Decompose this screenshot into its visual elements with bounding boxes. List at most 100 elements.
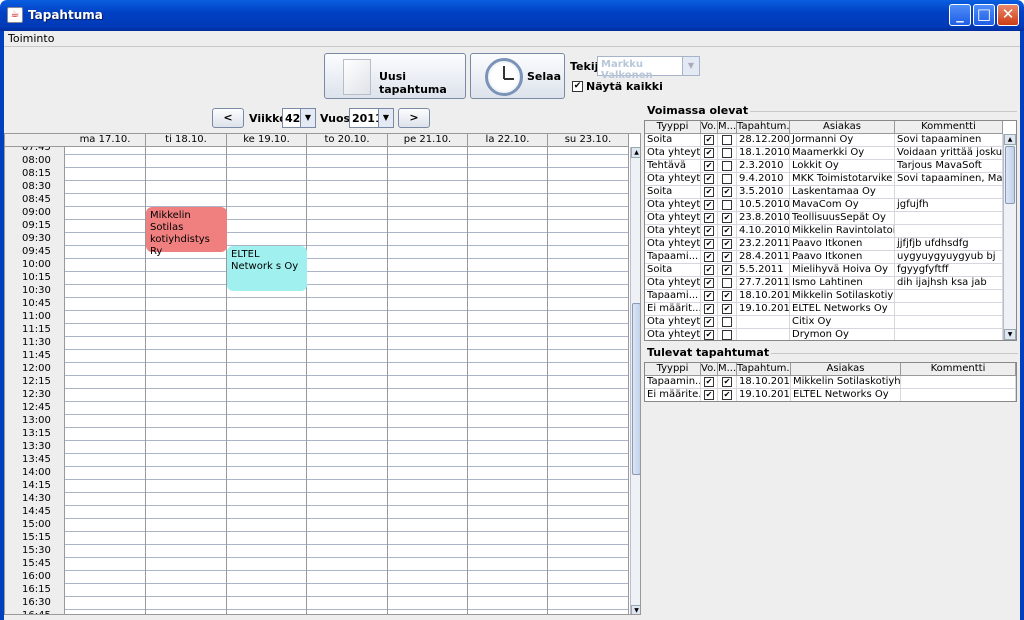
time-row[interactable]: 13:15 bbox=[5, 428, 629, 441]
row-checkbox[interactable] bbox=[722, 135, 732, 145]
time-row[interactable]: 12:00 bbox=[5, 363, 629, 376]
row-checkbox[interactable]: ✔ bbox=[722, 265, 732, 275]
row-checkbox[interactable]: ✔ bbox=[704, 291, 714, 301]
table-row[interactable]: Tapaami...✔✔18.10.2011Mikkelin Sotilasko… bbox=[645, 290, 1003, 303]
time-row[interactable]: 11:30 bbox=[5, 337, 629, 350]
row-checkbox[interactable]: ✔ bbox=[704, 161, 714, 171]
prev-week-button[interactable]: < bbox=[212, 108, 244, 128]
calendar-event[interactable]: ELTEL Network s Oy bbox=[227, 246, 307, 291]
table-row[interactable]: Ota yhteyttä✔✔23.8.2010TeollisuusSepät O… bbox=[645, 212, 1003, 225]
time-row[interactable]: 08:30 bbox=[5, 181, 629, 194]
scroll-up-icon[interactable]: ▲ bbox=[1004, 134, 1016, 145]
time-row[interactable]: 11:00 bbox=[5, 311, 629, 324]
table-row[interactable]: Tapaami... ✔ ✔ 28.4.2011 Paavo Itkonen uygyuy… bbox=[645, 251, 1003, 264]
row-checkbox[interactable]: ✔ bbox=[722, 252, 732, 262]
time-row[interactable]: 12:15 bbox=[5, 376, 629, 389]
table-row[interactable]: Ota yhteyttä✔✔4.10.2010Mikkelin Ravintol… bbox=[645, 225, 1003, 238]
column-header[interactable]: Kommentti bbox=[895, 121, 1003, 134]
time-row[interactable]: 14:45 bbox=[5, 506, 629, 519]
scroll-thumb[interactable] bbox=[1005, 146, 1015, 204]
table-row[interactable]: Ota yhteyttä✔ 18.1.2010Maamerkki OyVoidaa… bbox=[645, 147, 1003, 160]
table-row[interactable]: Tehtävä ✔ 2.3.2010 Lokkit Oy Tarjous MavaSof… bbox=[645, 160, 1003, 173]
row-checkbox[interactable]: ✔ bbox=[722, 390, 732, 400]
scroll-up-icon[interactable]: ▲ bbox=[631, 147, 640, 158]
time-row[interactable]: 15:15 bbox=[5, 532, 629, 545]
row-checkbox[interactable]: ✔ bbox=[704, 265, 714, 275]
column-header[interactable]: Vo... bbox=[701, 121, 718, 134]
time-row[interactable]: 15:00 bbox=[5, 519, 629, 532]
time-row[interactable]: 10:45 bbox=[5, 298, 629, 311]
time-row[interactable]: 08:00 bbox=[5, 155, 629, 168]
row-checkbox[interactable]: ✔ bbox=[704, 187, 714, 197]
calendar-scrollbar[interactable]: ▲ ▼ bbox=[630, 147, 640, 614]
time-row[interactable]: 09:15 bbox=[5, 220, 629, 233]
column-header[interactable]: Asiakas bbox=[791, 363, 901, 376]
menu-toiminto[interactable]: Toiminto bbox=[8, 32, 54, 45]
time-row[interactable]: 07:45 bbox=[5, 147, 629, 155]
row-checkbox[interactable]: ✔ bbox=[722, 226, 732, 236]
year-select[interactable]: 2011 ▼ bbox=[349, 108, 394, 128]
close-button[interactable]: ✕ bbox=[997, 4, 1019, 26]
new-event-button[interactable]: Uusi tapahtuma bbox=[324, 53, 466, 99]
row-checkbox[interactable]: ✔ bbox=[704, 200, 714, 210]
next-week-button[interactable]: > bbox=[398, 108, 430, 128]
row-checkbox[interactable]: ✔ bbox=[704, 304, 714, 314]
time-row[interactable]: 16:15 bbox=[5, 584, 629, 597]
table-row[interactable]: Ota yhteyttä✔ 10.5.2010MavaCom Oyjgfujfh bbox=[645, 199, 1003, 212]
time-row[interactable]: 15:45 bbox=[5, 558, 629, 571]
time-row[interactable]: 09:45 bbox=[5, 246, 629, 259]
show-all-checkbox[interactable]: ✔ bbox=[572, 81, 583, 92]
table-row[interactable]: Soita ✔ ✔ 3.5.2010 Laskentamaa Oy bbox=[645, 186, 1003, 199]
row-checkbox[interactable]: ✔ bbox=[704, 377, 714, 387]
table-row[interactable]: Ota yhteyttä✔ Citix Oy bbox=[645, 316, 1003, 329]
row-checkbox[interactable]: ✔ bbox=[704, 239, 714, 249]
time-row[interactable]: 10:00 bbox=[5, 259, 629, 272]
row-checkbox[interactable]: ✔ bbox=[704, 148, 714, 158]
time-row[interactable]: 08:15 bbox=[5, 168, 629, 181]
calendar-grid[interactable]: 07:45 08:00 08:15 08:30 08:45 09:00 09:15 09:30… bbox=[5, 147, 629, 614]
time-row[interactable]: 13:45 bbox=[5, 454, 629, 467]
row-checkbox[interactable] bbox=[722, 174, 732, 184]
column-header[interactable]: Tapahtum... bbox=[737, 121, 790, 134]
time-row[interactable]: 08:45 bbox=[5, 194, 629, 207]
time-row[interactable]: 14:15 bbox=[5, 480, 629, 493]
row-checkbox[interactable]: ✔ bbox=[722, 304, 732, 314]
time-row[interactable]: 16:45 bbox=[5, 610, 629, 614]
author-select[interactable]: Markku Valkonen ▼ bbox=[597, 56, 700, 81]
row-checkbox[interactable]: ✔ bbox=[704, 174, 714, 184]
table-row[interactable]: Ei määrite...✔✔19.10.2011ELTEL Networks … bbox=[645, 389, 1016, 401]
browse-button[interactable]: Selaa bbox=[470, 53, 565, 99]
row-checkbox[interactable]: ✔ bbox=[704, 330, 714, 340]
time-row[interactable]: 10:15 bbox=[5, 272, 629, 285]
row-checkbox[interactable]: ✔ bbox=[704, 390, 714, 400]
column-header[interactable]: Tapahtum... bbox=[737, 363, 791, 376]
row-checkbox[interactable]: ✔ bbox=[704, 226, 714, 236]
row-checkbox[interactable]: ✔ bbox=[722, 239, 732, 249]
time-row[interactable]: 09:30 bbox=[5, 233, 629, 246]
table-row[interactable]: Soita ✔ ✔ 5.5.2011 Mielihyvä Hoiva Oy fgyygfy… bbox=[645, 264, 1003, 277]
scroll-thumb[interactable] bbox=[632, 303, 640, 475]
row-checkbox[interactable]: ✔ bbox=[704, 317, 714, 327]
column-header[interactable]: Kommentti bbox=[901, 363, 1016, 376]
maximize-button[interactable]: □ bbox=[973, 4, 995, 26]
row-checkbox[interactable] bbox=[722, 200, 732, 210]
minimize-button[interactable]: _ bbox=[949, 4, 971, 26]
row-checkbox[interactable] bbox=[722, 317, 732, 327]
row-checkbox[interactable] bbox=[722, 148, 732, 158]
row-checkbox[interactable] bbox=[722, 330, 732, 340]
column-header[interactable]: Tyyppi bbox=[645, 121, 701, 134]
row-checkbox[interactable]: ✔ bbox=[704, 252, 714, 262]
time-row[interactable]: 09:00 bbox=[5, 207, 629, 220]
table-row[interactable]: Ota yhteyttä✔ 9.4.2010MKK Toimistotarvike… bbox=[645, 173, 1003, 186]
week-select[interactable]: 42 ▼ bbox=[282, 108, 316, 128]
row-checkbox[interactable]: ✔ bbox=[722, 187, 732, 197]
time-row[interactable]: 12:30 bbox=[5, 389, 629, 402]
column-header[interactable]: M... bbox=[718, 363, 737, 376]
column-header[interactable]: M... bbox=[718, 121, 737, 134]
scroll-down-icon[interactable]: ▼ bbox=[631, 605, 640, 614]
time-row[interactable]: 14:30 bbox=[5, 493, 629, 506]
column-header[interactable]: Vo... bbox=[701, 363, 718, 376]
row-checkbox[interactable] bbox=[722, 161, 732, 171]
time-row[interactable]: 13:30 bbox=[5, 441, 629, 454]
time-row[interactable]: 11:15 bbox=[5, 324, 629, 337]
